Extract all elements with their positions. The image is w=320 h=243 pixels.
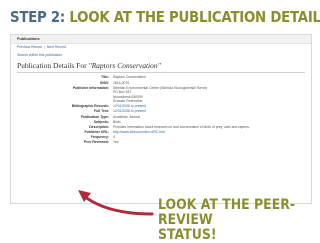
detail-value-line[interactable]: http://www.sibecocenter.ru/RC.htm [113,130,250,134]
detail-value-line: Birds [113,119,121,124]
step-prefix: STEP 2: [10,8,66,26]
peer-review-callout: LOOK AT THE PEER-REVIEW STATUS! [158,198,296,243]
detail-value-line[interactable]: 12/01/2008 to present [113,104,250,108]
detail-value: Siberian Environmental Center (Sibirsko … [111,85,252,103]
detail-value: Yes [111,140,252,145]
nav-separator: | [44,45,45,49]
detail-value-line: Yes [113,140,119,145]
detail-label: Publisher Information: [72,85,109,90]
next-record-link[interactable]: Next Record [47,45,66,49]
search-within-publication-link[interactable]: Search within this publication [11,50,311,57]
callout-line-1: LOOK AT THE PEER-REVIEW [158,197,295,228]
detail-label: Peer Reviewed: [83,140,109,145]
step-title: STEP 2: LOOK AT THE PUBLICATION DETAILS [10,8,320,26]
detail-row: Peer Reviewed: Yes [17,140,252,145]
detail-value-line: Academic Journal [113,114,140,119]
detail-value-line: Raptors Conservation [113,75,146,80]
step-heading: LOOK AT THE PUBLICATION DETAILS [69,8,320,26]
detail-value-line[interactable]: 12/01/2008 to present [113,109,250,113]
previous-record-link[interactable]: Previous Record [17,45,42,49]
detail-row: Publisher Information: Siberian Environme… [17,85,252,103]
detail-value-line: Russian Federation [113,98,143,103]
callout-line-2: STATUS! [158,227,217,243]
detail-value-line: 1814-0076 [113,80,130,85]
publication-details-title: Publication Details For "Raptors Conserv… [17,61,305,73]
detail-value-line: 4 [113,135,115,140]
publications-header: Publications [11,35,311,44]
database-screenshot: Publications Previous Record | Next Reco… [10,34,312,204]
details-title-name: "Raptors Conservation" [88,61,161,70]
detail-value: Provides information about research on a… [111,125,252,130]
detail-value-line: Provides information about research on a… [113,124,250,129]
details-title-prefix: Publication Details For [17,61,87,70]
publication-details-table: Title: Raptors Conservation ISSN: 1814-0076… [17,75,252,145]
